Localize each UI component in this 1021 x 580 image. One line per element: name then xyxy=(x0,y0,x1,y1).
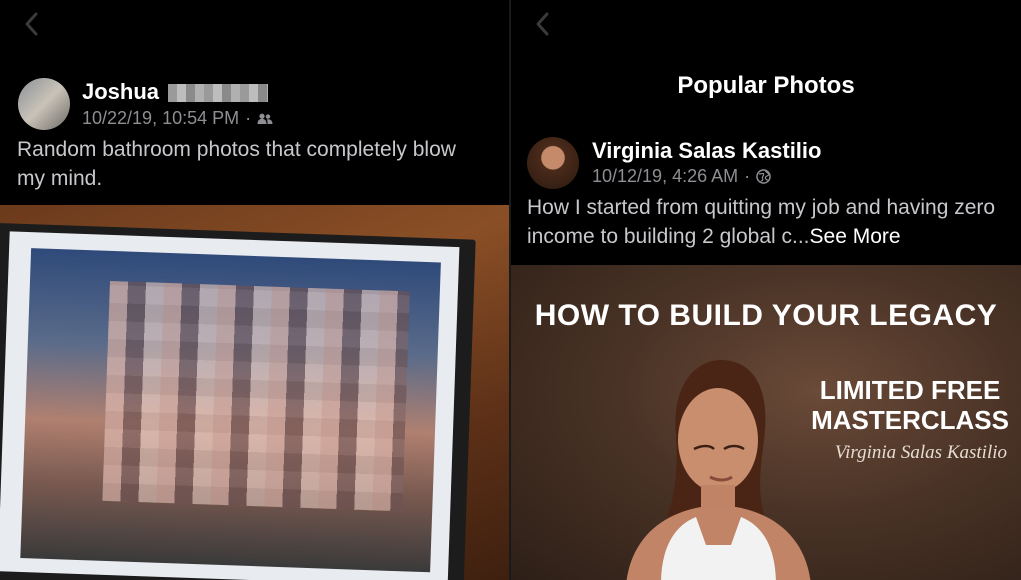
separator-dot: · xyxy=(744,166,751,186)
portrait-figure xyxy=(626,360,811,580)
author-name[interactable]: Virginia Salas Kastilio xyxy=(592,138,821,164)
redacted-name xyxy=(168,84,268,102)
post-text: How I started from quitting my job and h… xyxy=(527,193,1017,251)
promo-sub-line1: LIMITED FREE xyxy=(819,375,1001,405)
post-text-body: How I started from quitting my job and h… xyxy=(527,196,996,248)
post-photo[interactable]: HOW TO BUILD YOUR LEGACY LIMITED FREE MA… xyxy=(511,265,1021,580)
avatar[interactable] xyxy=(18,78,70,130)
pixelated-area xyxy=(102,280,410,512)
popular-photos-screen: Popular Photos Virginia Salas Kastilio 1… xyxy=(511,0,1021,580)
see-more-link[interactable]: See More xyxy=(810,225,901,248)
promo-signature: Virginia Salas Kastilio xyxy=(834,442,1007,463)
globe-icon xyxy=(756,169,771,184)
post-timestamp: 10/12/19, 4:26 AM xyxy=(592,166,739,186)
picture-frame xyxy=(0,223,476,580)
framed-photo xyxy=(20,248,441,573)
avatar[interactable] xyxy=(527,137,579,189)
promo-subheadline: LIMITED FREE MASTERCLASS xyxy=(811,375,1009,435)
post-meta: 10/22/19, 10:54 PM · xyxy=(82,108,273,129)
page-title: Popular Photos xyxy=(677,72,855,99)
promo-sub-line2: MASTERCLASS xyxy=(811,405,1009,435)
post-meta: 10/12/19, 4:26 AM · xyxy=(592,166,771,187)
post-timestamp: 10/22/19, 10:54 PM xyxy=(82,108,240,128)
author-name[interactable]: Joshua xyxy=(82,79,159,105)
promo-headline: HOW TO BUILD YOUR LEGACY xyxy=(534,299,998,332)
post-photo[interactable] xyxy=(0,205,510,580)
back-chevron-icon[interactable] xyxy=(22,10,42,38)
left-post-screen: Joshua 10/22/19, 10:54 PM · Random bathr… xyxy=(0,0,510,580)
frame-mat xyxy=(0,231,460,580)
separator-dot: · xyxy=(245,108,252,128)
friends-icon xyxy=(257,113,273,124)
post-text: Random bathroom photos that completely b… xyxy=(17,138,456,190)
back-chevron-icon[interactable] xyxy=(533,10,553,38)
